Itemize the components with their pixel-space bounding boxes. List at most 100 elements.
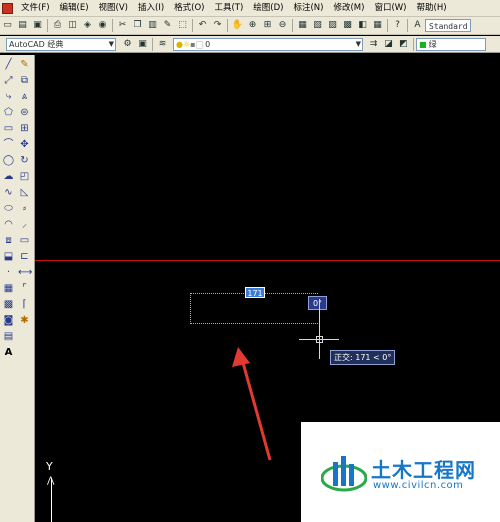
undo-icon[interactable]: ↶ (196, 19, 209, 32)
properties-icon[interactable]: ▦ (296, 19, 309, 32)
copy-object-icon[interactable]: ⧉ (18, 74, 31, 87)
chamfer-icon[interactable]: ⌜ (18, 282, 31, 295)
workspace-settings-icon[interactable]: ⚙ (121, 38, 134, 51)
extend-icon[interactable]: ⸝ (18, 218, 31, 231)
preview-icon[interactable]: ◫ (66, 19, 79, 32)
color-select[interactable]: ■ 绿 (416, 37, 486, 51)
cut-icon[interactable]: ✂ (116, 19, 129, 32)
menu-window[interactable]: 窗口(W) (369, 0, 411, 16)
layer-select[interactable]: ● ☼ ▪ ■ 0 ▼ (173, 37, 363, 51)
help-icon[interactable]: ? (391, 19, 404, 32)
redo-icon[interactable]: ↷ (211, 19, 224, 32)
break-icon[interactable]: ⊏ (18, 250, 31, 263)
sheet-set-icon[interactable]: ▩ (341, 19, 354, 32)
markup-icon[interactable]: ◧ (356, 19, 369, 32)
paste-icon[interactable]: ▥ (146, 19, 159, 32)
separator (192, 19, 193, 32)
cursor-pickbox (316, 336, 323, 343)
join-icon[interactable]: ⟷ (18, 266, 32, 279)
ellipse-arc-icon[interactable]: ◠ (2, 218, 15, 231)
app-icon[interactable] (2, 2, 13, 14)
draw-modify-toolbars: ╱ ✎ ⤢ ⧉ ⤷ ⩓ ⬠ ⊜ ▭ ⊞ ⌒ ✥ ◯ ↻ ☁ ◰ ∿ ◺ ⬭ ⸗ … (0, 55, 35, 522)
hatch-icon[interactable]: ▦ (2, 282, 15, 295)
polyline-icon[interactable]: ⤷ (2, 90, 15, 103)
trim-icon[interactable]: ⸗ (18, 202, 31, 215)
layer-states-icon[interactable]: ◩ (397, 38, 410, 51)
mirror-icon[interactable]: ⩓ (18, 90, 31, 103)
insert-block-icon[interactable]: ⧈ (2, 234, 15, 247)
text-style-icon[interactable]: A (411, 19, 424, 32)
point-icon[interactable]: · (2, 266, 15, 279)
layer-previous-icon[interactable]: ◪ (382, 38, 395, 51)
watermark-url: www.civilcn.com (373, 480, 464, 491)
angle-input-field[interactable]: 0° (308, 296, 327, 310)
menu-draw[interactable]: 绘图(D) (248, 0, 288, 16)
separator (292, 19, 293, 32)
revision-cloud-icon[interactable]: ☁ (2, 170, 15, 183)
workspace-select[interactable]: AutoCAD 经典 ▼ (6, 37, 116, 51)
multiline-text-icon[interactable]: A (2, 346, 15, 359)
table-icon[interactable]: ▤ (2, 330, 15, 343)
menu-insert[interactable]: 插入(I) (133, 0, 169, 16)
layer-value: 0 (205, 39, 211, 49)
separator (413, 37, 414, 51)
workspace-save-icon[interactable]: ▣ (136, 38, 149, 51)
pan-icon[interactable]: ✋ (231, 19, 244, 32)
tool-palettes-icon[interactable]: ▨ (326, 19, 339, 32)
line-icon[interactable]: ╱ (2, 58, 15, 71)
print-icon[interactable]: ⎙ (51, 19, 64, 32)
menu-modify[interactable]: 修改(M) (328, 0, 369, 16)
match-properties-icon[interactable]: ✎ (161, 19, 174, 32)
text-style-select[interactable]: Standard (425, 19, 471, 32)
layer-manager-icon[interactable]: ≋ (156, 38, 169, 51)
sun-icon: ☼ (182, 39, 191, 49)
menu-dimension[interactable]: 标注(N) (288, 0, 328, 16)
menu-format[interactable]: 格式(O) (169, 0, 209, 16)
offset-icon[interactable]: ⊜ (18, 106, 31, 119)
publish-icon[interactable]: ◈ (81, 19, 94, 32)
3d-dwf-icon[interactable]: ◉ (96, 19, 109, 32)
rectangle-icon[interactable]: ▭ (2, 122, 15, 135)
scale-icon[interactable]: ◰ (18, 170, 31, 183)
polygon-icon[interactable]: ⬠ (2, 106, 15, 119)
spline-icon[interactable]: ∿ (2, 186, 15, 199)
rotate-icon[interactable]: ↻ (18, 154, 31, 167)
ellipse-icon[interactable]: ⬭ (2, 202, 15, 215)
menu-file[interactable]: 文件(F) (16, 0, 55, 16)
zoom-previous-icon[interactable]: ⊖ (276, 19, 289, 32)
copy-icon[interactable]: ❐ (131, 19, 144, 32)
calculator-icon[interactable]: ▦ (371, 19, 384, 32)
separator (47, 19, 48, 32)
separator (387, 19, 388, 32)
explode-icon[interactable]: ✱ (18, 314, 31, 327)
break-at-point-icon[interactable]: ▭ (18, 234, 31, 247)
array-icon[interactable]: ⊞ (18, 122, 31, 135)
erase-icon[interactable]: ✎ (18, 58, 31, 71)
region-icon[interactable]: ◙ (2, 314, 15, 327)
polar-tracking-tooltip: 正交: 171 < 0° (330, 350, 396, 365)
fillet-icon[interactable]: ⌈ (18, 298, 31, 311)
separator (112, 19, 113, 32)
make-block-icon[interactable]: ⬓ (2, 250, 15, 263)
menu-edit[interactable]: 编辑(E) (55, 0, 94, 16)
menu-help[interactable]: 帮助(H) (412, 0, 452, 16)
dynamic-input-field[interactable]: 171 (245, 287, 265, 298)
gradient-icon[interactable]: ▩ (2, 298, 15, 311)
design-center-icon[interactable]: ▧ (311, 19, 324, 32)
new-icon[interactable]: ▭ (1, 19, 14, 32)
circle-icon[interactable]: ◯ (2, 154, 15, 167)
block-editor-icon[interactable]: ⬚ (176, 19, 189, 32)
make-current-icon[interactable]: ⇉ (367, 38, 380, 51)
zoom-window-icon[interactable]: ⊞ (261, 19, 274, 32)
open-icon[interactable]: ▤ (16, 19, 29, 32)
save-icon[interactable]: ▣ (31, 19, 44, 32)
standard-toolbar: ▭ ▤ ▣ ⎙ ◫ ◈ ◉ ✂ ❐ ▥ ✎ ⬚ ↶ ↷ ✋ ⊕ ⊞ ⊖ ▦ ▧ … (0, 17, 500, 35)
move-icon[interactable]: ✥ (18, 138, 31, 151)
menu-tools[interactable]: 工具(T) (209, 0, 248, 16)
arc-icon[interactable]: ⌒ (2, 138, 15, 151)
zoom-realtime-icon[interactable]: ⊕ (246, 19, 259, 32)
annotation-arrow-icon (232, 347, 272, 461)
construction-line-icon[interactable]: ⤢ (2, 74, 15, 87)
stretch-icon[interactable]: ◺ (18, 186, 31, 199)
menu-view[interactable]: 视图(V) (94, 0, 133, 16)
